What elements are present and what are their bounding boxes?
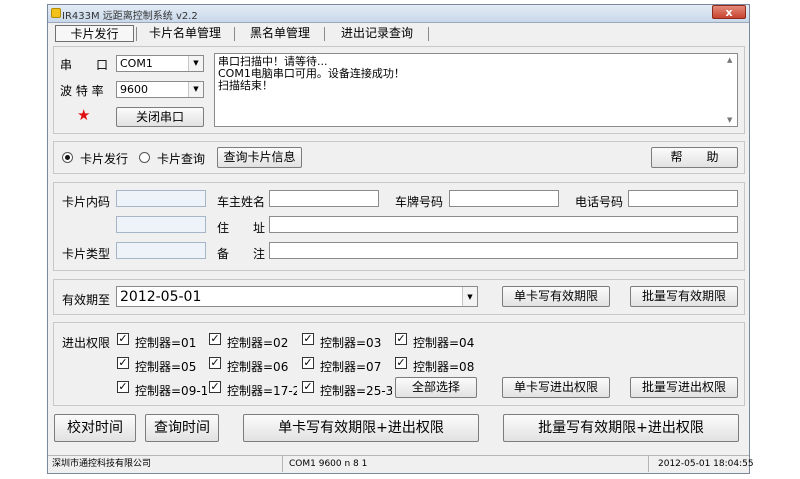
baud-label: 波 特 率 (60, 84, 104, 98)
tab-blacklist[interactable]: 黑名单管理 (240, 25, 320, 42)
chevron-down-icon[interactable]: ▼ (462, 287, 477, 306)
scroll-down-icon[interactable]: ▼ (727, 116, 732, 124)
scroll-up-icon[interactable]: ▲ (727, 56, 732, 64)
controller-checkbox-07[interactable]: ✓ (302, 357, 314, 369)
phone-field[interactable] (628, 190, 738, 207)
window-title: IR433M 远距离控制系统 v2.2 (62, 11, 198, 22)
log-line: 扫描结束！ (218, 79, 273, 92)
port-select[interactable]: COM1 ▼ (116, 55, 204, 72)
controller-checkbox-06[interactable]: ✓ (209, 357, 221, 369)
status-port: COM1 9600 n 8 1 (289, 459, 368, 469)
remark-field[interactable] (269, 242, 738, 259)
status-divider (648, 456, 649, 472)
tab-separator (136, 27, 137, 41)
validity-date-picker[interactable]: 2012-05-01 ▼ (116, 286, 478, 307)
controller-label-07: 控制器=07 (320, 360, 382, 374)
status-divider (282, 456, 283, 472)
owner-label: 车主姓名 (217, 195, 266, 209)
status-datetime: 2012-05-01 18:04:55 (658, 459, 754, 469)
write-batch-all-button[interactable]: 批量写有效期限+进出权限 (503, 414, 739, 442)
controller-label-25-31: 控制器=25-31 (320, 384, 392, 398)
chevron-down-icon[interactable]: ▼ (188, 82, 203, 97)
baud-select[interactable]: 9600 ▼ (116, 81, 204, 98)
validity-date-value: 2012-05-01 (120, 289, 202, 305)
controller-label-04: 控制器=04 (413, 336, 475, 350)
remark-label: 备 注 (217, 247, 266, 261)
status-bar (48, 455, 749, 473)
radio-query[interactable] (139, 152, 150, 163)
tab-separator (234, 27, 235, 41)
card-type-field[interactable] (116, 242, 206, 259)
controller-label-06: 控制器=06 (227, 360, 289, 374)
log-line: COM1电脑串口可用。设备连接成功！ (218, 67, 405, 80)
radio-query-label: 卡片查询 (157, 152, 206, 166)
controller-checkbox-17-24[interactable]: ✓ (209, 381, 221, 393)
controller-label-02: 控制器=02 (227, 336, 289, 350)
log-textarea[interactable]: 串口扫描中！请等待... COM1电脑串口可用。设备连接成功！ 扫描结束！ (214, 53, 738, 127)
write-single-all-button[interactable]: 单卡写有效期限+进出权限 (243, 414, 479, 442)
validity-label: 有效期至 (62, 293, 111, 307)
controller-label-09-16: 控制器=09-16 (135, 384, 207, 398)
tab-card-issue[interactable]: 卡片发行 (55, 25, 134, 42)
controller-checkbox-02[interactable]: ✓ (209, 333, 221, 345)
card-code-field[interactable] (116, 190, 206, 207)
phone-label: 电话号码 (575, 195, 624, 209)
sync-time-button[interactable]: 校对时间 (54, 414, 136, 442)
access-label: 进出权限 (62, 336, 111, 350)
card-extra-field[interactable] (116, 216, 206, 233)
select-all-button[interactable]: 全部选择 (395, 377, 477, 398)
address-label: 住 址 (217, 221, 266, 235)
write-single-validity-button[interactable]: 单卡写有效期限 (502, 286, 610, 307)
chevron-down-icon[interactable]: ▼ (188, 56, 203, 71)
card-type-label: 卡片类型 (62, 247, 111, 261)
tab-separator (428, 27, 429, 41)
controller-checkbox-05[interactable]: ✓ (117, 357, 129, 369)
port-value: COM1 (120, 57, 153, 70)
port-label: 串 口 (60, 58, 109, 72)
owner-field[interactable] (269, 190, 379, 207)
tab-card-list[interactable]: 卡片名单管理 (140, 25, 230, 42)
radio-issue[interactable] (62, 152, 73, 163)
controller-checkbox-04[interactable]: ✓ (395, 333, 407, 345)
query-card-info-button[interactable]: 查询卡片信息 (217, 147, 302, 168)
controller-checkbox-01[interactable]: ✓ (117, 333, 129, 345)
controller-label-03: 控制器=03 (320, 336, 382, 350)
controller-checkbox-25-31[interactable]: ✓ (302, 381, 314, 393)
query-time-button[interactable]: 查询时间 (145, 414, 219, 442)
write-batch-access-button[interactable]: 批量写进出权限 (630, 377, 738, 398)
plate-label: 车牌号码 (395, 195, 444, 209)
close-button[interactable]: x (712, 5, 746, 19)
app-icon (51, 8, 61, 18)
controller-checkbox-09-16[interactable]: ✓ (117, 381, 129, 393)
controller-label-05: 控制器=05 (135, 360, 197, 374)
controller-checkbox-08[interactable]: ✓ (395, 357, 407, 369)
baud-value: 9600 (120, 83, 148, 96)
radio-issue-label: 卡片发行 (80, 152, 129, 166)
controller-label-01: 控制器=01 (135, 336, 197, 350)
help-button[interactable]: 帮 助 (651, 147, 738, 168)
write-single-access-button[interactable]: 单卡写进出权限 (502, 377, 610, 398)
status-company: 深圳市通控科技有限公司 (52, 459, 152, 469)
star-icon: ★ (77, 106, 91, 124)
plate-field[interactable] (449, 190, 559, 207)
write-batch-validity-button[interactable]: 批量写有效期限 (630, 286, 738, 307)
tab-separator (324, 27, 325, 41)
tab-access-records[interactable]: 进出记录查询 (330, 25, 424, 42)
controller-checkbox-03[interactable]: ✓ (302, 333, 314, 345)
close-port-button[interactable]: 关闭串口 (116, 107, 204, 127)
controller-label-17-24: 控制器=17-24 (227, 384, 297, 398)
controller-label-08: 控制器=08 (413, 360, 475, 374)
address-field[interactable] (269, 216, 738, 233)
card-code-label: 卡片内码 (62, 195, 111, 209)
